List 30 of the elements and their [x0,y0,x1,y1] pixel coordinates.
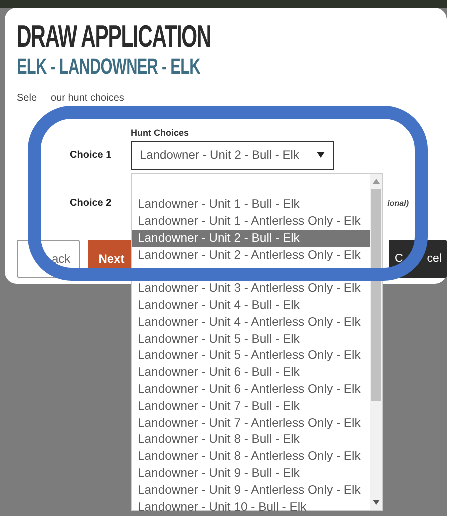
scrollbar[interactable] [370,174,382,510]
dropdown-option[interactable]: Landowner - Unit 9 - Antlerless Only - Elk [132,482,370,499]
dropdown-option[interactable]: Landowner - Unit 7 - Antlerless Only - Elk [132,414,370,432]
instruction-text: our hunt choices [51,92,124,106]
dropdown-option[interactable]: Landowner - Unit 4 - Bull - Elk [132,297,370,314]
instruction-text: Sele [17,92,38,106]
field-label: Hunt Choices [131,128,190,138]
dropdown-option[interactable]: Landowner - Unit 3 - Antlerless Only - Elk [132,280,370,298]
caret-icon [317,152,325,158]
optional-note: ional) [388,198,409,208]
dropdown-option[interactable]: Landowner - Unit 1 - Bull - Elk [132,196,370,214]
choice-label: Choice 2 [70,198,112,208]
dropdown-option[interactable]: Landowner - Unit 8 - Bull - Elk [132,431,370,448]
dialog-subtitle: ELK - LANDOWNER - ELK [17,54,200,80]
dropdown-option[interactable]: Landowner - Unit 9 - Bull - Elk [132,465,370,482]
dropdown-option[interactable]: Landowner - Unit 7 - Bull - Elk [132,398,370,415]
dialog-title: DRAW APPLICATION [17,20,212,54]
scroll-down-icon[interactable] [372,500,380,504]
dropdown-option[interactable]: Landowner - Unit 10 - Bull - Elk [132,498,370,516]
dropdown-option[interactable]: Landowner - Unit 5 - Bull - Elk [132,330,370,348]
scroll-up-icon[interactable] [372,178,380,184]
dropdown-option[interactable]: Landowner - Unit 6 - Antlerless Only - Elk [132,381,370,398]
dropdown-option[interactable]: Landowner - Unit 2 - Bull - Elk [132,230,370,247]
dropdown-option[interactable]: Landowner - Unit 8 - Antlerless Only - Elk [132,448,370,466]
dropdown-option[interactable]: Landowner - Unit 5 - Antlerless Only - Elk [132,347,370,364]
dropdown-option[interactable]: Landowner - Unit 6 - Bull - Elk [132,364,370,382]
choice-select[interactable]: Landowner - Unit 2 - Bull - Elk [131,140,334,170]
dropdown-option[interactable]: Landowner - Unit 1 - Antlerless Only - Elk [132,213,370,230]
choice-label: Choice 1 [70,150,112,160]
dropdown-option[interactable]: Landowner - Unit 4 - Antlerless Only - Elk [132,314,370,331]
